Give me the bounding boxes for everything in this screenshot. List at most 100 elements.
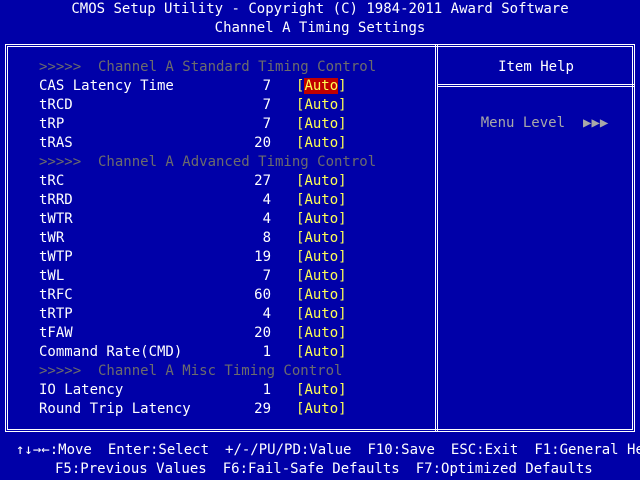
section-header: >>>>> Channel A Standard Timing Control — [39, 58, 429, 77]
setting-row[interactable]: CAS Latency Time 7 [Auto] — [39, 77, 429, 96]
setting-row[interactable]: tRCD 7 [Auto] — [39, 96, 429, 115]
setting-row[interactable]: tRP 7 [Auto] — [39, 115, 429, 134]
setting-option[interactable]: [Auto] — [296, 96, 347, 115]
setting-option-value[interactable]: Auto — [304, 287, 338, 303]
setting-current-value: 7 — [262, 97, 271, 113]
setting-row[interactable]: Round Trip Latency 29 [Auto] — [39, 400, 429, 419]
bracket-close: ] — [338, 325, 347, 341]
setting-row[interactable]: Command Rate(CMD) 1 [Auto] — [39, 343, 429, 362]
setting-option[interactable]: [Auto] — [296, 400, 347, 419]
bracket-close: ] — [338, 78, 347, 94]
setting-option[interactable]: [Auto] — [296, 267, 347, 286]
section-header-text: >>>>> Channel A Advanced Timing Control — [39, 154, 377, 170]
setting-option[interactable]: [Auto] — [296, 191, 347, 210]
footer-key-hint: ↑↓→←:Move — [16, 442, 92, 458]
setting-row[interactable]: tWTP 19 [Auto] — [39, 248, 429, 267]
setting-option[interactable]: [Auto] — [296, 248, 347, 267]
setting-option-value[interactable]: Auto — [304, 173, 338, 189]
bracket-close: ] — [338, 192, 347, 208]
setting-option-value[interactable]: Auto — [304, 230, 338, 246]
bios-screen: CMOS Setup Utility - Copyright (C) 1984-… — [0, 0, 640, 480]
bracket-close: ] — [338, 287, 347, 303]
bracket-close: ] — [338, 230, 347, 246]
setting-option[interactable]: [Auto] — [296, 77, 347, 96]
setting-row[interactable]: tWTR 4 [Auto] — [39, 210, 429, 229]
setting-current-value: 60 — [254, 287, 271, 303]
footer-key-hint: F1:General Help — [534, 442, 640, 458]
setting-option-value[interactable]: Auto — [304, 401, 338, 417]
setting-option-value[interactable]: Auto — [304, 325, 338, 341]
setting-label: tRP — [39, 116, 65, 132]
setting-row[interactable]: tFAW 20 [Auto] — [39, 324, 429, 343]
setting-option-value[interactable]: Auto — [304, 268, 338, 284]
setting-row[interactable]: tRTP 4 [Auto] — [39, 305, 429, 324]
app-title: CMOS Setup Utility - Copyright (C) 1984-… — [71, 1, 569, 17]
item-help-title: Item Help — [498, 59, 574, 75]
bracket-close: ] — [338, 97, 347, 113]
setting-row[interactable]: tWL 7 [Auto] — [39, 267, 429, 286]
setting-current-value: 8 — [262, 230, 271, 246]
setting-label: CAS Latency Time — [39, 78, 174, 94]
setting-row[interactable]: tRRD 4 [Auto] — [39, 191, 429, 210]
setting-label: tRCD — [39, 97, 73, 113]
bracket-close: ] — [338, 382, 347, 398]
setting-option[interactable]: [Auto] — [296, 229, 347, 248]
setting-option[interactable]: [Auto] — [296, 210, 347, 229]
setting-label: tWTR — [39, 211, 73, 227]
setting-option-value[interactable]: Auto — [304, 306, 338, 322]
setting-option-value[interactable]: Auto — [304, 97, 338, 113]
setting-label: tRC — [39, 173, 65, 189]
menu-level-label: Menu Level — [480, 115, 566, 131]
setting-label: tWL — [39, 268, 65, 284]
setting-current-value: 4 — [262, 192, 271, 208]
setting-label: tRFC — [39, 287, 73, 303]
setting-option-value[interactable]: Auto — [304, 382, 338, 398]
setting-option[interactable]: [Auto] — [296, 343, 347, 362]
setting-row[interactable]: tRAS 20 [Auto] — [39, 134, 429, 153]
setting-option-value[interactable]: Auto — [304, 211, 338, 227]
footer-key-hint: +/-/PU/PD:Value — [225, 442, 352, 458]
bracket-close: ] — [338, 173, 347, 189]
setting-label: tFAW — [39, 325, 73, 341]
setting-option[interactable]: [Auto] — [296, 172, 347, 191]
setting-row[interactable]: tWR 8 [Auto] — [39, 229, 429, 248]
setting-option-value[interactable]: Auto — [304, 249, 338, 265]
setting-option-value[interactable]: Auto — [304, 135, 338, 151]
setting-current-value: 4 — [262, 211, 271, 227]
menu-level-arrows-icon: ▶▶▶ — [583, 115, 609, 131]
setting-label: tWTP — [39, 249, 73, 265]
setting-label: Round Trip Latency — [39, 401, 191, 417]
setting-label: tWR — [39, 230, 65, 246]
bracket-close: ] — [338, 401, 347, 417]
setting-label: IO Latency — [39, 382, 124, 398]
setting-current-value: 19 — [254, 249, 271, 265]
setting-option-value[interactable]: Auto — [304, 192, 338, 208]
setting-row[interactable]: IO Latency 1 [Auto] — [39, 381, 429, 400]
setting-label: tRTP — [39, 306, 73, 322]
setting-option-value[interactable]: Auto — [304, 116, 338, 132]
footer-key-hint: F10:Save — [367, 442, 435, 458]
setting-label: Command Rate(CMD) — [39, 344, 183, 360]
setting-option[interactable]: [Auto] — [296, 381, 347, 400]
setting-current-value: 20 — [254, 325, 271, 341]
setting-option-value[interactable]: Auto — [304, 78, 339, 94]
bracket-close: ] — [338, 268, 347, 284]
setting-current-value: 1 — [262, 344, 271, 360]
setting-current-value: 29 — [254, 401, 271, 417]
setting-row[interactable]: tRC 27 [Auto] — [39, 172, 429, 191]
setting-option-value[interactable]: Auto — [304, 344, 338, 360]
setting-option[interactable]: [Auto] — [296, 286, 347, 305]
setting-option[interactable]: [Auto] — [296, 305, 347, 324]
setting-label: tRRD — [39, 192, 73, 208]
section-header: >>>>> Channel A Misc Timing Control — [39, 362, 429, 381]
setting-current-value: 7 — [262, 78, 271, 94]
setting-option[interactable]: [Auto] — [296, 324, 347, 343]
setting-current-value: 7 — [262, 116, 271, 132]
bracket-close: ] — [338, 344, 347, 360]
section-header: >>>>> Channel A Advanced Timing Control — [39, 153, 429, 172]
setting-option[interactable]: [Auto] — [296, 115, 347, 134]
setting-row[interactable]: tRFC 60 [Auto] — [39, 286, 429, 305]
bracket-close: ] — [338, 116, 347, 132]
bracket-close: ] — [338, 211, 347, 227]
setting-option[interactable]: [Auto] — [296, 134, 347, 153]
